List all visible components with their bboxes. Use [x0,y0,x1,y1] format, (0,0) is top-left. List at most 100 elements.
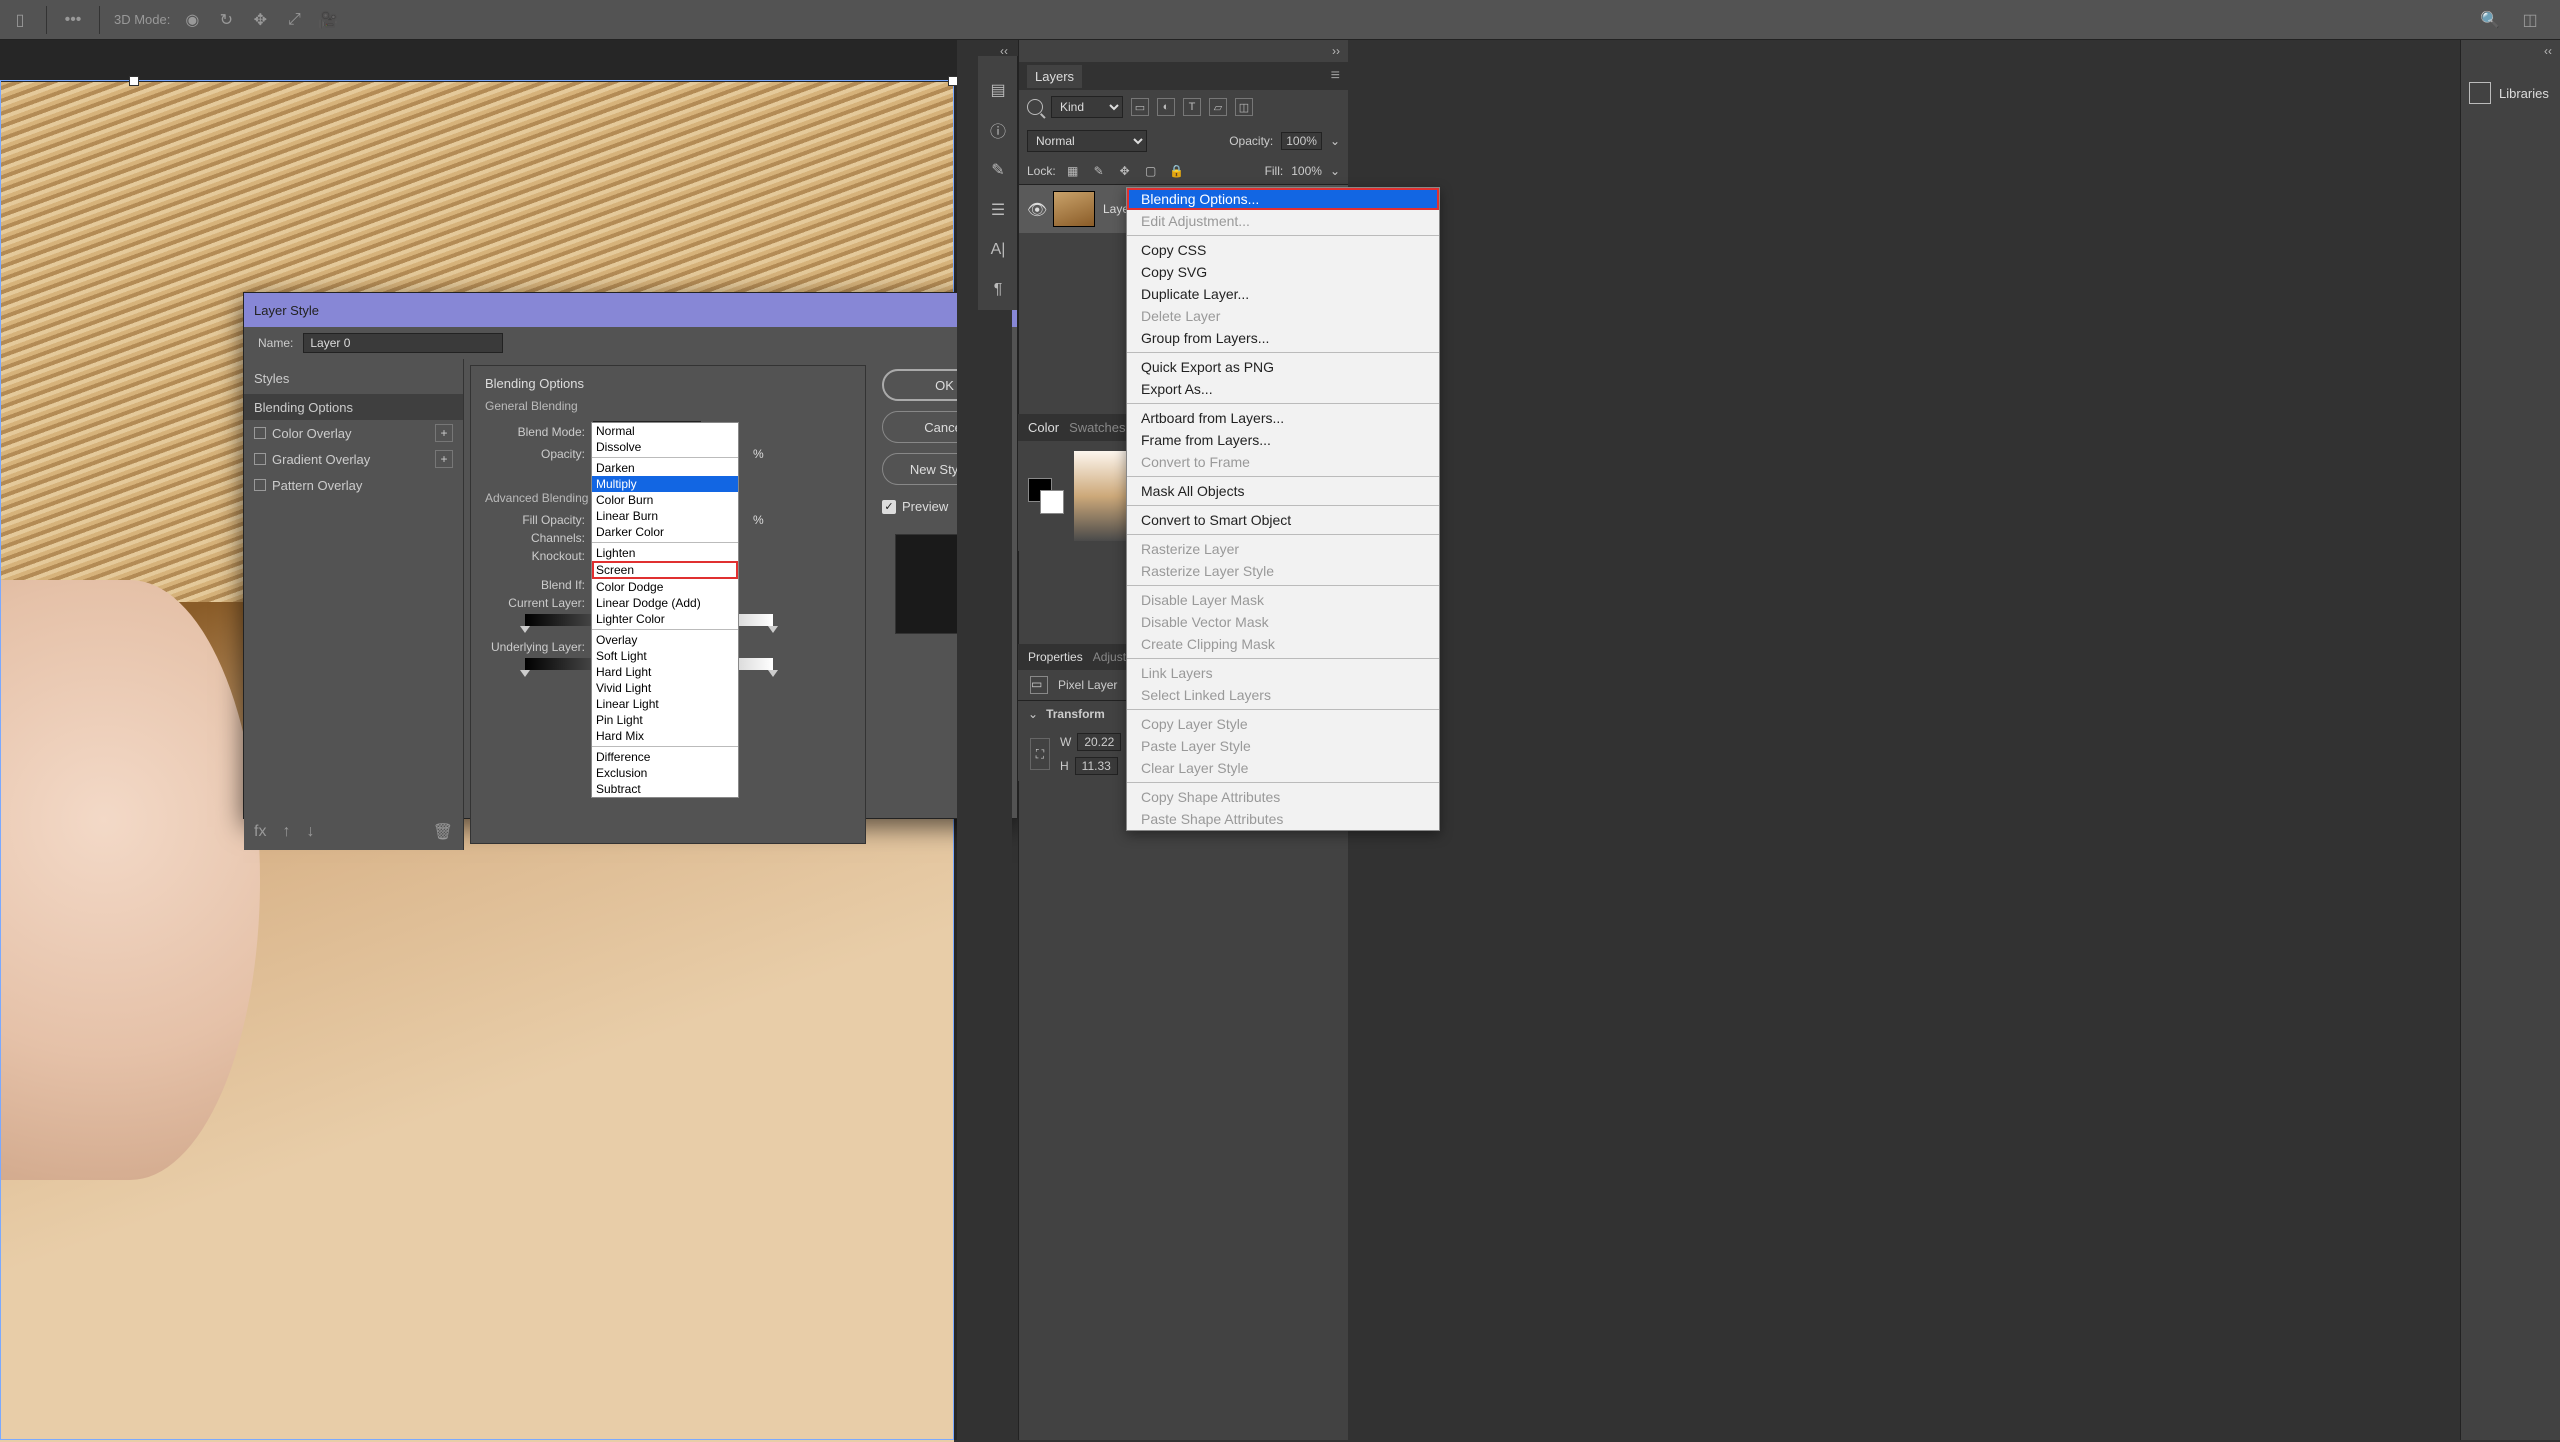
blend-mode-option[interactable]: Screen [592,561,738,579]
fg-bg-color[interactable] [1028,478,1064,514]
context-menu-item[interactable]: Copy SVG [1127,261,1439,283]
blend-mode-option[interactable]: Linear Dodge (Add) [592,595,738,611]
rotate-icon[interactable]: ↻ [214,8,238,32]
layers-tab[interactable]: Layers [1027,65,1082,88]
search-icon[interactable]: 🔍 [2478,8,2502,32]
layer-blend-select[interactable]: Normal [1027,130,1147,152]
filter-kind-select[interactable]: Kind [1051,96,1123,118]
workspace-icon[interactable]: ◫ [2518,8,2542,32]
more-icon[interactable]: ••• [61,8,85,32]
context-menu-item[interactable]: Group from Layers... [1127,327,1439,349]
color-tab[interactable]: Color [1028,420,1059,435]
checkbox-icon[interactable]: ✓ [882,500,896,514]
blend-mode-option[interactable]: Darken [592,460,738,476]
slider-handle[interactable] [768,626,778,633]
filter-pixel-icon[interactable]: ▭ [1131,98,1149,116]
collapse-icon[interactable]: ‹‹ [2461,40,2560,62]
blend-mode-option[interactable]: Darker Color [592,524,738,540]
blend-mode-option[interactable]: Color Dodge [592,579,738,595]
blend-mode-option[interactable]: Hard Light [592,664,738,680]
blend-mode-option[interactable]: Dissolve [592,439,738,455]
filter-smart-icon[interactable]: ◫ [1235,98,1253,116]
blend-mode-option[interactable]: Difference [592,749,738,765]
context-menu-item[interactable]: Convert to Smart Object [1127,509,1439,531]
width-value[interactable]: 20.22 [1077,733,1121,751]
lock-artboard-icon[interactable]: ▢ [1142,162,1160,180]
layer-name-input[interactable] [303,333,503,353]
add-icon[interactable]: + [435,450,453,468]
context-menu-item[interactable]: Export As... [1127,378,1439,400]
layer-thumbnail[interactable] [1053,191,1095,227]
blend-mode-option[interactable]: Linear Light [592,696,738,712]
lock-pixels-icon[interactable]: ▦ [1064,162,1082,180]
lock-all-icon[interactable]: 🔒 [1168,162,1186,180]
fill-value[interactable]: 100% [1291,164,1322,178]
history-icon[interactable]: ▤ [978,70,1018,110]
swatches-tab[interactable]: Swatches [1069,420,1125,435]
context-menu-item[interactable]: Mask All Objects [1127,480,1439,502]
down-icon[interactable]: ↓ [306,823,314,841]
style-gradient-overlay[interactable]: Gradient Overlay+ [244,446,463,472]
info-icon[interactable]: ⓘ [978,110,1018,150]
search-icon[interactable] [1027,99,1043,115]
lock-brush-icon[interactable]: ✎ [1090,162,1108,180]
visibility-icon[interactable]: 👁 [1027,200,1045,218]
blend-mode-option[interactable]: Exclusion [592,765,738,781]
context-menu-item[interactable]: Copy CSS [1127,239,1439,261]
panel-menu-icon[interactable]: ≡ [1331,67,1340,85]
blend-mode-option[interactable]: Overlay [592,632,738,648]
blend-mode-option[interactable]: Lighten [592,545,738,561]
paragraph-icon[interactable]: ¶ [978,270,1018,310]
blend-mode-option[interactable]: Lighter Color [592,611,738,627]
context-menu-item[interactable]: Duplicate Layer... [1127,283,1439,305]
blend-mode-option[interactable]: Multiply [592,476,738,492]
blend-mode-option[interactable]: Hard Mix [592,728,738,744]
home-icon[interactable]: ▯ [8,8,32,32]
move-icon[interactable]: ✥ [248,8,272,32]
collapse-icon[interactable]: ›› [1019,40,1348,62]
up-icon[interactable]: ↑ [282,823,290,841]
transform-header[interactable]: Transform [1046,707,1105,721]
style-color-overlay[interactable]: Color Overlay+ [244,420,463,446]
blend-mode-option[interactable]: Soft Light [592,648,738,664]
trash-icon[interactable]: 🗑 [433,822,453,842]
height-value[interactable]: 11.33 [1075,757,1118,775]
link-icon[interactable]: ⛶ [1030,738,1050,770]
scale-icon[interactable]: ⤢ [282,8,306,32]
blend-mode-option[interactable]: Linear Burn [592,508,738,524]
blend-mode-option[interactable]: Normal [592,423,738,439]
lock-move-icon[interactable]: ✥ [1116,162,1134,180]
filter-adjust-icon[interactable]: ◐ [1157,98,1175,116]
style-blending-options[interactable]: Blending Options [244,394,463,420]
slider-handle[interactable] [520,670,530,677]
orbit-icon[interactable]: ◉ [180,8,204,32]
opacity-value[interactable]: 100% [1281,132,1322,150]
add-icon[interactable]: + [435,424,453,442]
style-pattern-overlay[interactable]: Pattern Overlay [244,472,463,498]
filter-shape-icon[interactable]: ▱ [1209,98,1227,116]
blend-mode-option[interactable]: Color Burn [592,492,738,508]
chevron-down-icon[interactable]: ⌄ [1330,164,1340,178]
blend-mode-option[interactable]: Pin Light [592,712,738,728]
chevron-down-icon[interactable]: ⌄ [1330,134,1340,148]
type-icon[interactable]: A| [978,230,1018,270]
context-menu-item[interactable]: Blending Options... [1127,188,1439,210]
context-menu-item[interactable]: Quick Export as PNG [1127,356,1439,378]
handle-top[interactable] [129,76,139,86]
brush-icon[interactable]: ✎ [978,150,1018,190]
context-menu-item[interactable]: Frame from Layers... [1127,429,1439,451]
slider-handle[interactable] [520,626,530,633]
dialog-titlebar[interactable]: Layer Style ✕ [244,293,1017,327]
libraries-button[interactable]: Libraries [2461,62,2560,124]
chevron-down-icon[interactable]: ⌄ [1028,707,1038,721]
filter-type-icon[interactable]: T [1183,98,1201,116]
fx-icon[interactable]: fx [254,823,266,841]
context-menu-item[interactable]: Artboard from Layers... [1127,407,1439,429]
blend-mode-option[interactable]: Vivid Light [592,680,738,696]
properties-tab[interactable]: Properties [1028,650,1083,664]
blend-mode-dropdown[interactable]: NormalDissolveDarkenMultiplyColor BurnLi… [591,422,739,798]
adjust-icon[interactable]: ☰ [978,190,1018,230]
camera-icon[interactable]: 🎥 [316,8,340,32]
blend-mode-option[interactable]: Subtract [592,781,738,797]
layer-context-menu[interactable]: Blending Options...Edit Adjustment...Cop… [1126,187,1440,831]
